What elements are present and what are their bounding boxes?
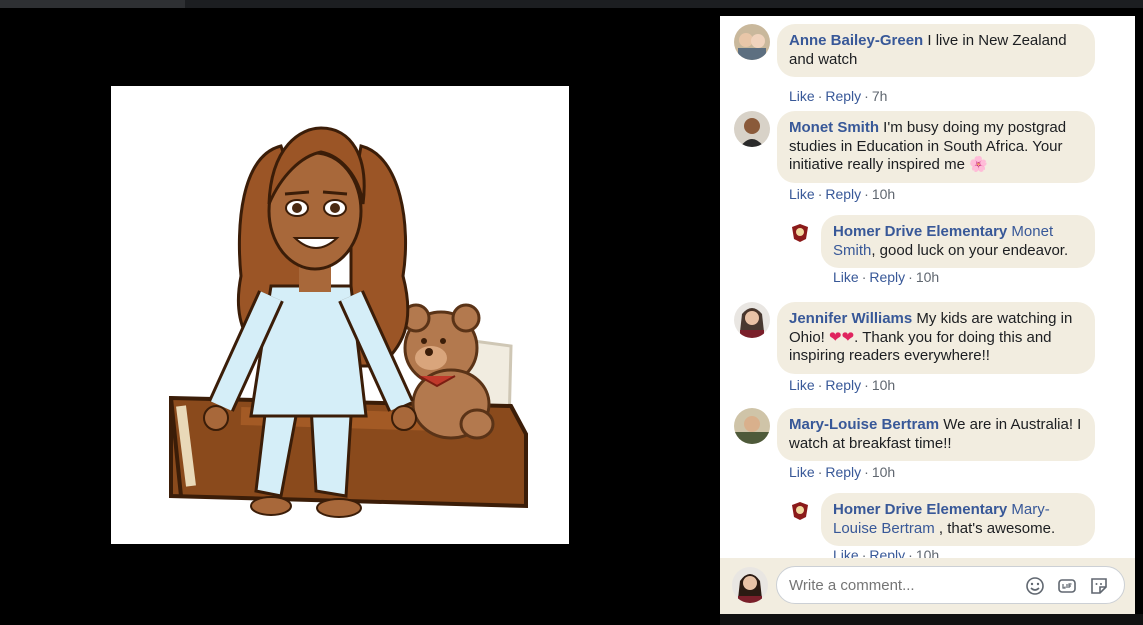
comment-actions: Like · Reply · 10h xyxy=(789,464,896,480)
comment-bubble: Monet Smith I'm busy doing my postgrad s… xyxy=(777,111,1095,183)
comment-time[interactable]: 7h xyxy=(872,88,888,104)
comment-author[interactable]: Anne Bailey-Green xyxy=(789,32,923,49)
bitmoji-illustration xyxy=(169,126,528,518)
gif-icon[interactable] xyxy=(1056,575,1078,597)
emoji-icon[interactable] xyxy=(1024,575,1046,597)
avatar[interactable] xyxy=(734,24,770,60)
photo-image[interactable] xyxy=(111,86,569,544)
like-link[interactable]: Like xyxy=(789,186,815,202)
comment-composer xyxy=(720,558,1135,614)
top-bar xyxy=(0,0,1143,8)
sticker-icon[interactable] xyxy=(1088,575,1110,597)
comment-bubble: Mary-Louise Bertram We are in Australia!… xyxy=(777,408,1095,461)
comment-author[interactable]: Monet Smith xyxy=(789,119,879,136)
current-user-avatar[interactable] xyxy=(732,567,768,603)
like-link[interactable]: Like xyxy=(789,377,815,393)
comment-text: , good luck on your endeavor. xyxy=(871,241,1069,259)
flower-emoji: 🌸 xyxy=(969,156,988,173)
avatar[interactable] xyxy=(788,499,812,523)
comment-bubble: Homer Drive Elementary Mary-Louise Bertr… xyxy=(821,493,1095,546)
comment-time[interactable]: 10h xyxy=(916,269,939,285)
reply-link[interactable]: Reply xyxy=(825,464,861,480)
comment-time[interactable]: 10h xyxy=(872,464,895,480)
reply-link[interactable]: Reply xyxy=(869,269,905,285)
comment-time[interactable]: 10h xyxy=(872,377,895,393)
comment-actions: Like · Reply · 7h xyxy=(789,88,888,104)
avatar[interactable] xyxy=(788,221,812,245)
avatar[interactable] xyxy=(734,408,770,444)
comment-bubble: Homer Drive Elementary Monet Smith, good… xyxy=(821,215,1095,268)
comment-bubble: Jennifer Williams My kids are watching i… xyxy=(777,302,1095,374)
top-bar-segment xyxy=(0,0,185,8)
comment-bubble: Anne Bailey-Green I live in New Zealand … xyxy=(777,24,1095,77)
comment-author[interactable]: Jennifer Williams xyxy=(789,310,912,327)
reply-link[interactable]: Reply xyxy=(825,186,861,202)
right-edge xyxy=(1135,16,1143,625)
like-link[interactable]: Like xyxy=(789,464,815,480)
like-link[interactable]: Like xyxy=(833,269,859,285)
comment-author[interactable]: Homer Drive Elementary xyxy=(833,223,1007,240)
photo-viewer xyxy=(0,8,720,625)
comments-panel: Anne Bailey-Green I live in New Zealand … xyxy=(720,16,1135,614)
comment-text: , that's awesome. xyxy=(934,519,1056,537)
comment-author[interactable]: Mary-Louise Bertram xyxy=(789,416,939,433)
bottom-strip xyxy=(720,614,1143,625)
avatar[interactable] xyxy=(734,302,770,338)
comment-author[interactable]: Homer Drive Elementary xyxy=(833,501,1007,518)
reply-link[interactable]: Reply xyxy=(825,88,861,104)
like-link[interactable]: Like xyxy=(789,88,815,104)
avatar[interactable] xyxy=(734,111,770,147)
comment-actions: Like · Reply · 10h xyxy=(789,377,896,393)
heart-emoji: ❤❤ xyxy=(829,328,855,346)
comment-time[interactable]: 10h xyxy=(872,186,895,202)
reply-link[interactable]: Reply xyxy=(825,377,861,393)
comment-actions: Like · Reply · 10h xyxy=(833,269,940,285)
comment-actions: Like · Reply · 10h xyxy=(789,186,896,202)
